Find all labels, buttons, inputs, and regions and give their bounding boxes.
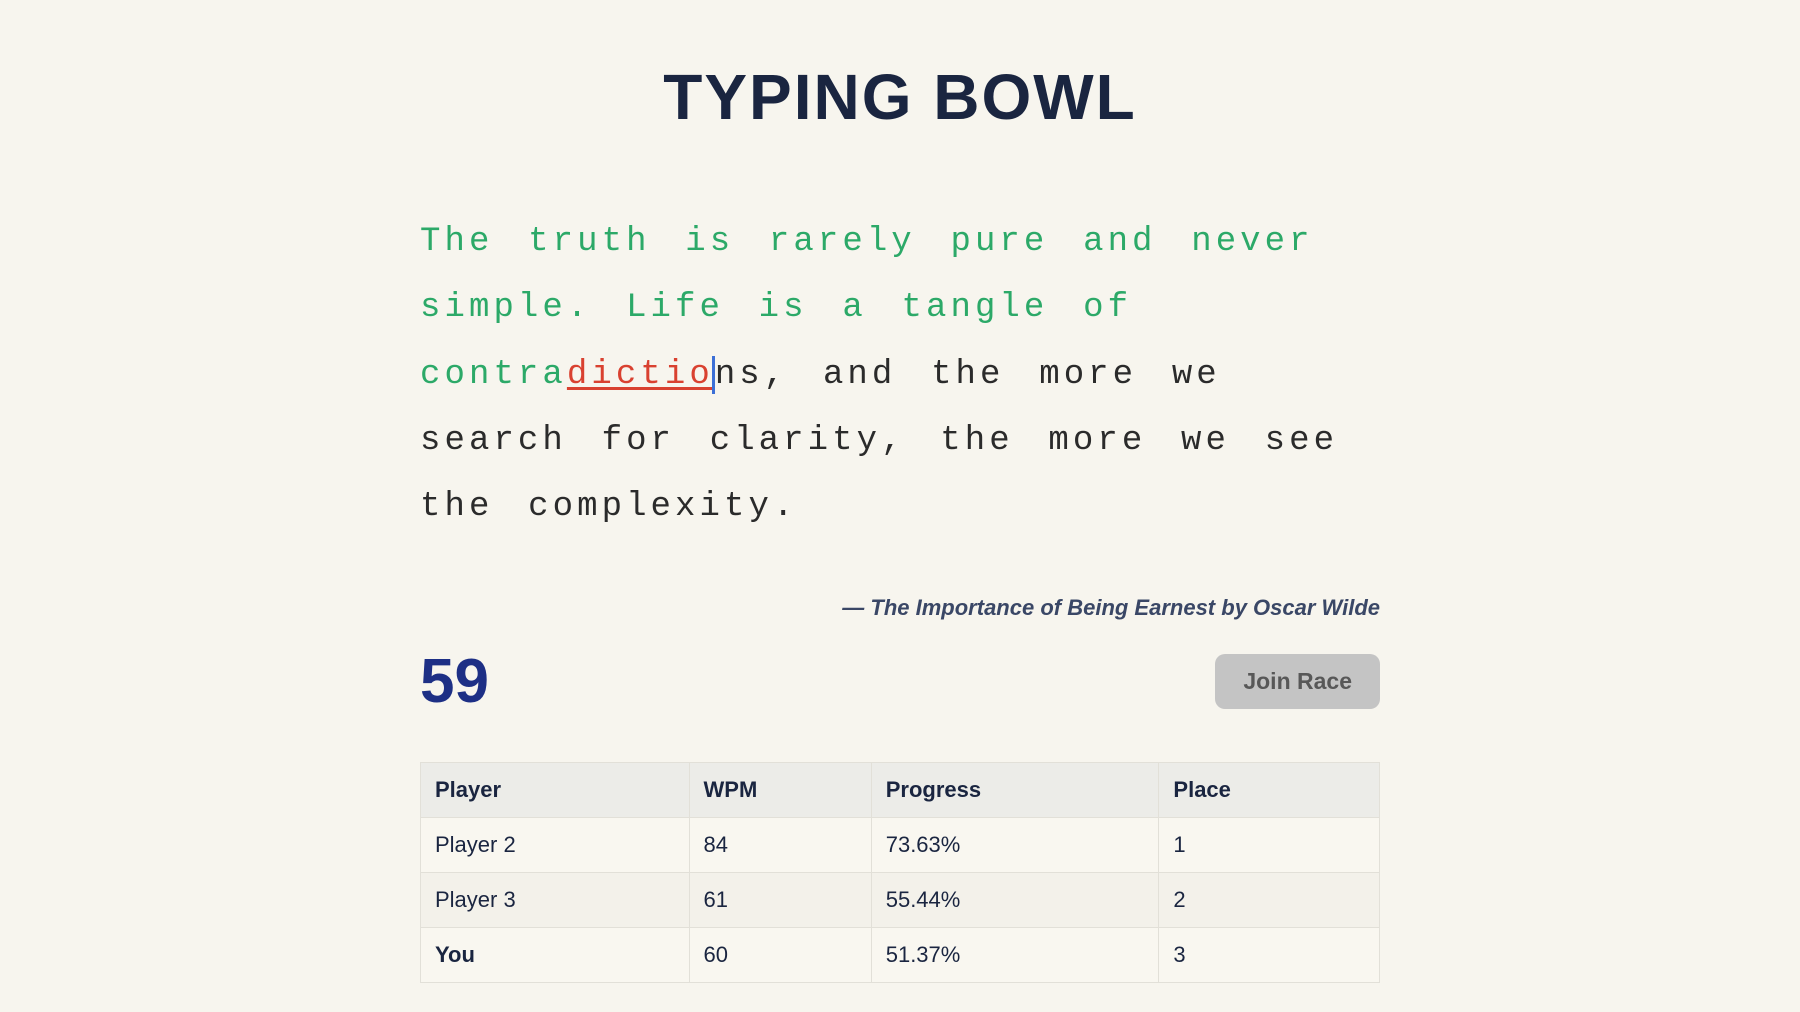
cell-place: 1: [1159, 818, 1380, 873]
table-row: Player 28473.63%1: [421, 818, 1380, 873]
cell-progress: 73.63%: [871, 818, 1159, 873]
app-title: TYPING BOWL: [420, 0, 1380, 209]
cell-player: You: [421, 928, 690, 983]
table-row: You6051.37%3: [421, 928, 1380, 983]
cell-place: 3: [1159, 928, 1380, 983]
cell-wpm: 61: [689, 873, 871, 928]
header-place: Place: [1159, 763, 1380, 818]
cell-player: Player 2: [421, 818, 690, 873]
passage-attribution: — The Importance of Being Earnest by Osc…: [420, 595, 1380, 621]
cell-player: Player 3: [421, 873, 690, 928]
leaderboard-table: Player WPM Progress Place Player 28473.6…: [420, 762, 1380, 983]
typed-error-text: dictio: [567, 356, 714, 394]
table-row: Player 36155.44%2: [421, 873, 1380, 928]
cell-place: 2: [1159, 873, 1380, 928]
typing-area[interactable]: The truth is rarely pure and never simpl…: [420, 209, 1380, 540]
wpm-counter: 59: [420, 646, 489, 717]
cell-progress: 51.37%: [871, 928, 1159, 983]
join-race-button[interactable]: Join Race: [1215, 654, 1380, 709]
cell-progress: 55.44%: [871, 873, 1159, 928]
header-progress: Progress: [871, 763, 1159, 818]
cell-wpm: 60: [689, 928, 871, 983]
cell-wpm: 84: [689, 818, 871, 873]
header-wpm: WPM: [689, 763, 871, 818]
header-player: Player: [421, 763, 690, 818]
